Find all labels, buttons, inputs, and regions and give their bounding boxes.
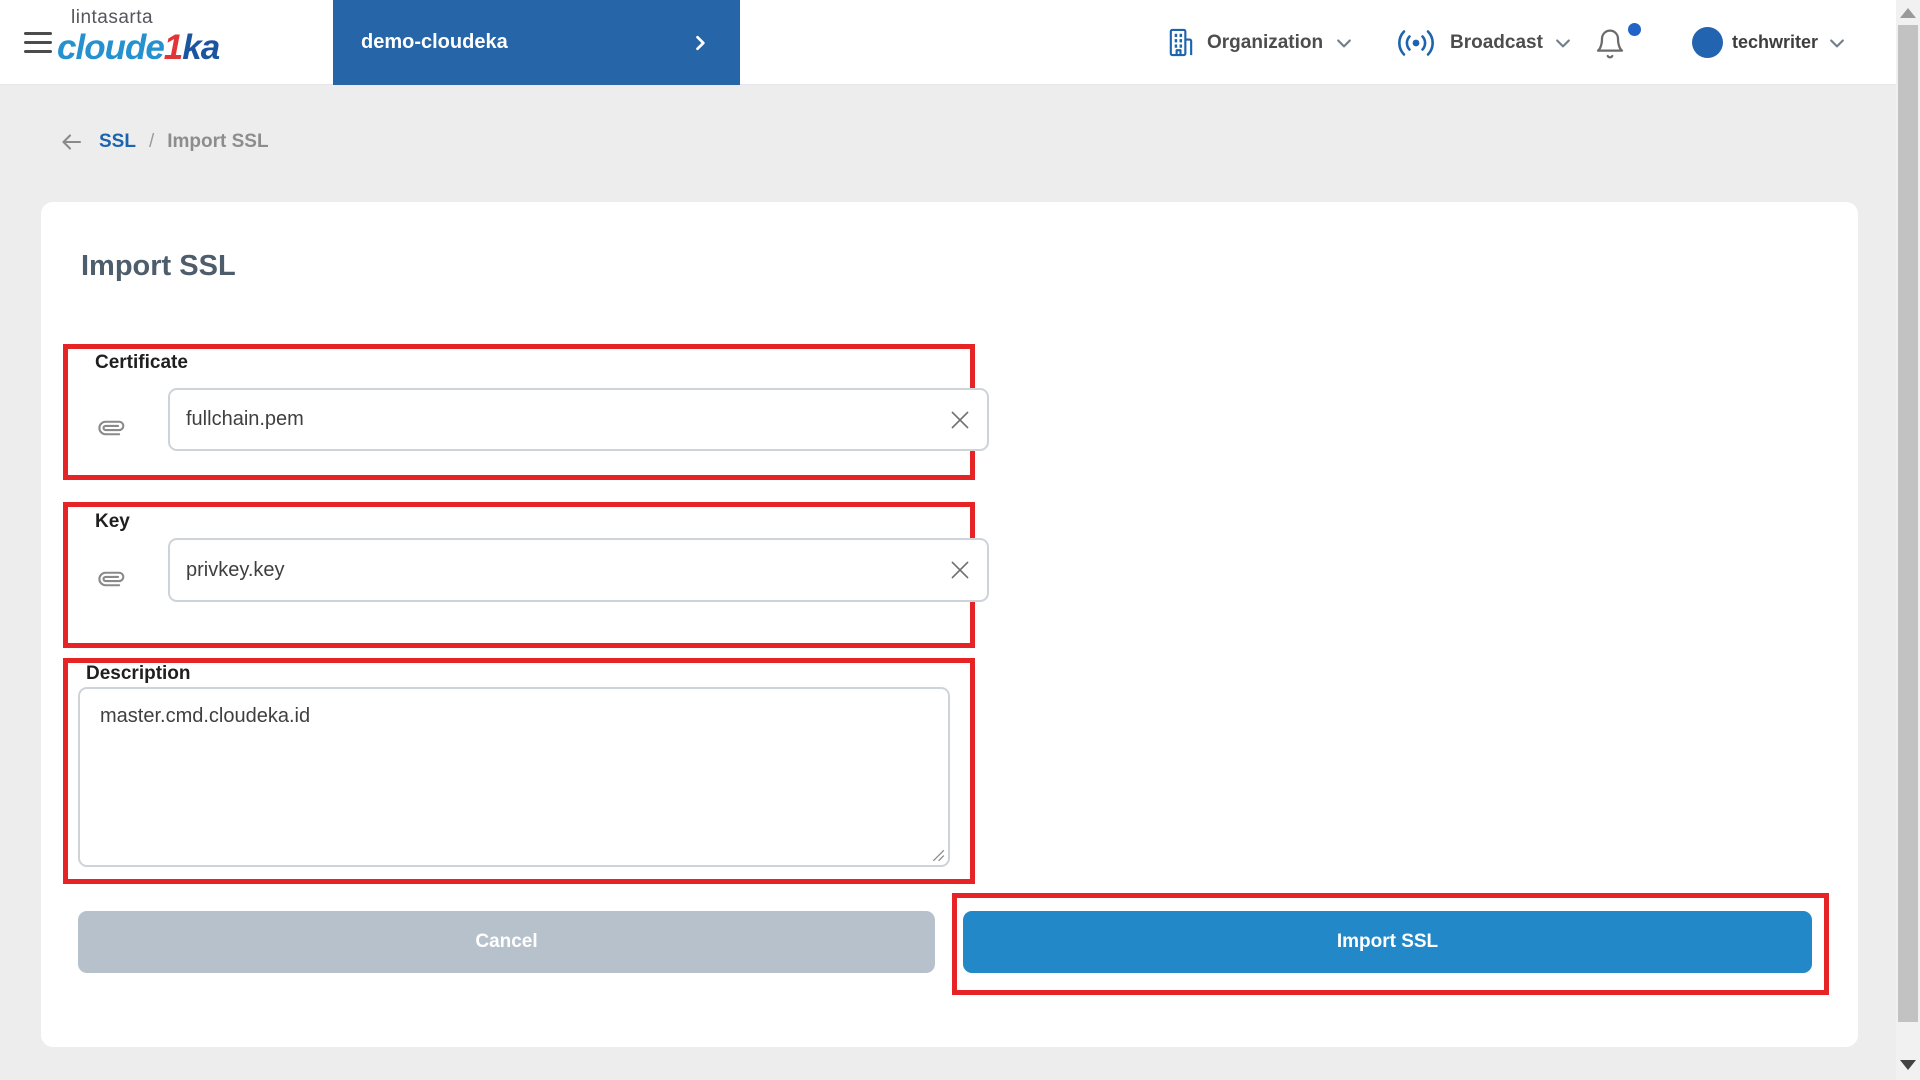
import-ssl-card: Import SSL Certificate Key [41,202,1858,1047]
chevron-down-icon [1827,33,1847,53]
breadcrumb: SSL / Import SSL [56,130,269,154]
scrollbar-up-icon[interactable] [1900,8,1916,18]
annotation-box-certificate: Certificate [63,344,975,480]
import-ssl-button[interactable]: Import SSL [963,911,1812,973]
clear-key-icon[interactable] [947,557,973,583]
chevron-down-icon [1553,33,1573,53]
brand-logo-line1: lintasarta [71,8,219,27]
paperclip-icon[interactable] [99,411,124,445]
description-textarea[interactable]: master.cmd.cloudeka.id [78,687,950,867]
chevron-down-icon [1334,33,1354,53]
notifications-button[interactable] [1594,0,1640,85]
notification-dot [1628,23,1641,36]
annotation-box-description: Description master.cmd.cloudeka.id [63,658,975,884]
resize-handle-icon[interactable] [931,848,945,862]
paperclip-icon[interactable] [99,562,124,596]
certificate-label: Certificate [95,352,188,374]
vertical-scrollbar[interactable] [1896,0,1920,1080]
cancel-button[interactable]: Cancel [78,911,935,973]
annotation-box-submit: Import SSL [952,893,1829,995]
scrollbar-down-icon[interactable] [1900,1060,1916,1070]
certificate-file-input[interactable] [168,388,989,451]
project-banner-label: demo-cloudeka [361,31,508,54]
key-label: Key [95,511,130,533]
top-navbar: lintasarta cloude1ka demo-cloudeka [0,0,1920,85]
hamburger-menu-icon[interactable] [24,32,52,53]
breadcrumb-current: Import SSL [167,131,268,153]
key-file-input[interactable] [168,538,989,602]
clear-certificate-icon[interactable] [947,407,973,433]
user-name: techwriter [1732,32,1818,53]
broadcast-icon [1392,27,1440,59]
organization-label: Organization [1207,32,1323,54]
organization-building-icon [1165,27,1196,58]
broadcast-menu[interactable]: Broadcast [1392,0,1573,85]
avatar [1692,27,1723,58]
chevron-right-icon [690,33,710,53]
back-arrow-icon[interactable] [56,130,86,154]
user-menu[interactable]: techwriter [1692,0,1847,85]
broadcast-label: Broadcast [1450,32,1543,54]
breadcrumb-separator: / [149,131,154,153]
bell-icon [1594,27,1626,61]
app-screen: lintasarta cloude1ka demo-cloudeka [0,0,1920,1080]
description-label: Description [86,663,191,685]
annotation-box-key: Key [63,502,975,648]
scrollbar-thumb[interactable] [1898,25,1918,1022]
breadcrumb-link-ssl[interactable]: SSL [99,131,136,153]
brand-logo-line2: cloude1ka [57,30,219,65]
brand-logo: lintasarta cloude1ka [57,8,219,65]
page-title: Import SSL [81,250,236,283]
organization-menu[interactable]: Organization [1165,0,1354,85]
project-banner[interactable]: demo-cloudeka [333,0,740,85]
